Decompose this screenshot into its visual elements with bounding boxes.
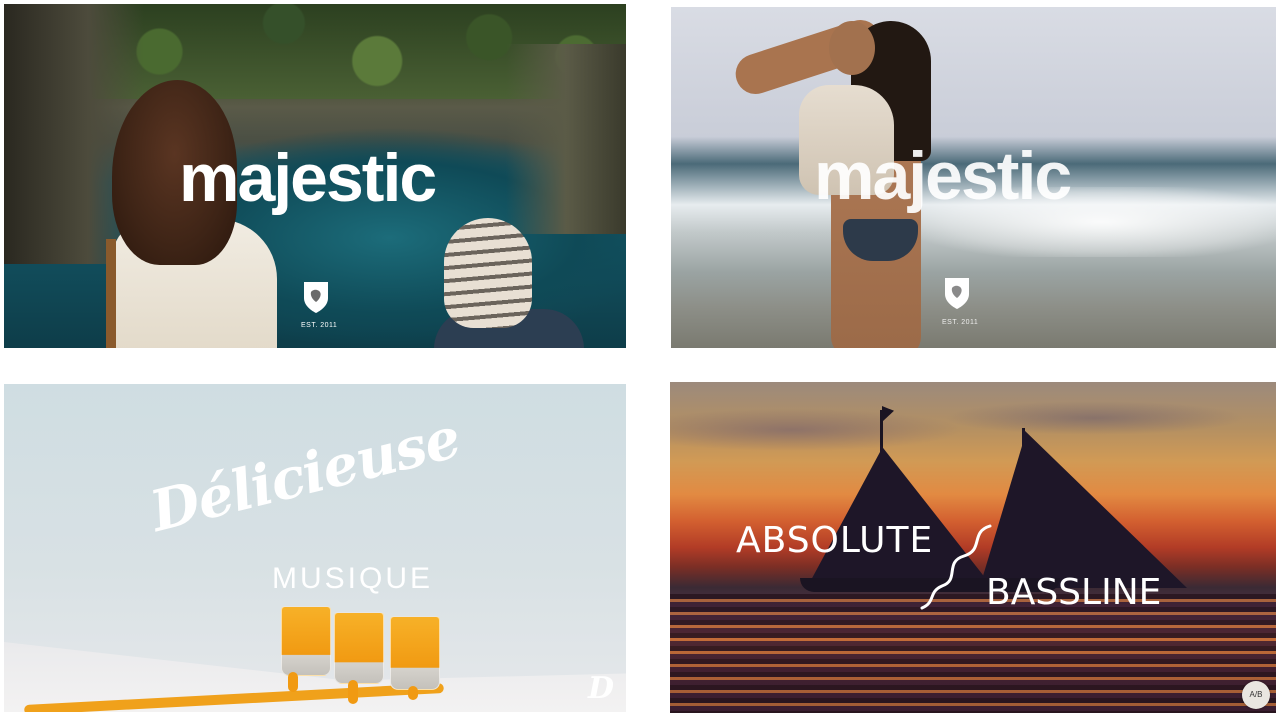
ab-badge-icon: A/B [1242,681,1270,709]
majestic-logo-text: majestic [814,138,1072,214]
juice-drip [408,686,418,700]
absolute-bassline-thumbnail[interactable]: ABSOLUTE BASSLINE A/B [670,382,1276,713]
delicieuse-musique-thumbnail[interactable]: Délicieuse MUSIQUE D [4,384,626,712]
lion-shield-icon [304,282,328,313]
absolute-logo-text: ABSOLUTE [736,520,934,561]
bassline-logo-text: BASSLINE [986,572,1162,613]
est-badge: EST. 2011 [301,322,338,329]
majestic-beach-thumbnail[interactable]: majestic EST. 2011 [671,7,1276,348]
lion-shield-icon [945,278,969,309]
est-badge: EST. 2011 [942,319,979,326]
musique-logo-text: MUSIQUE [272,562,434,595]
thumbnail-grid: majestic EST. 2011 majestic EST. 2011 Dé… [0,0,1276,713]
cliff-right [506,44,626,234]
bag-strap [106,239,116,348]
juice-drip [348,680,358,704]
striped-beanie [444,218,532,328]
d-monogram-logo: D [587,671,614,706]
person-head [829,21,875,75]
juice-drip [288,672,298,692]
majestic-lake-thumbnail[interactable]: majestic EST. 2011 [4,4,626,348]
sunset-clouds [670,382,1276,502]
juice-glass [390,616,440,690]
juice-glass [334,612,384,684]
majestic-logo-text: majestic [179,140,437,216]
juice-glass [281,606,331,676]
